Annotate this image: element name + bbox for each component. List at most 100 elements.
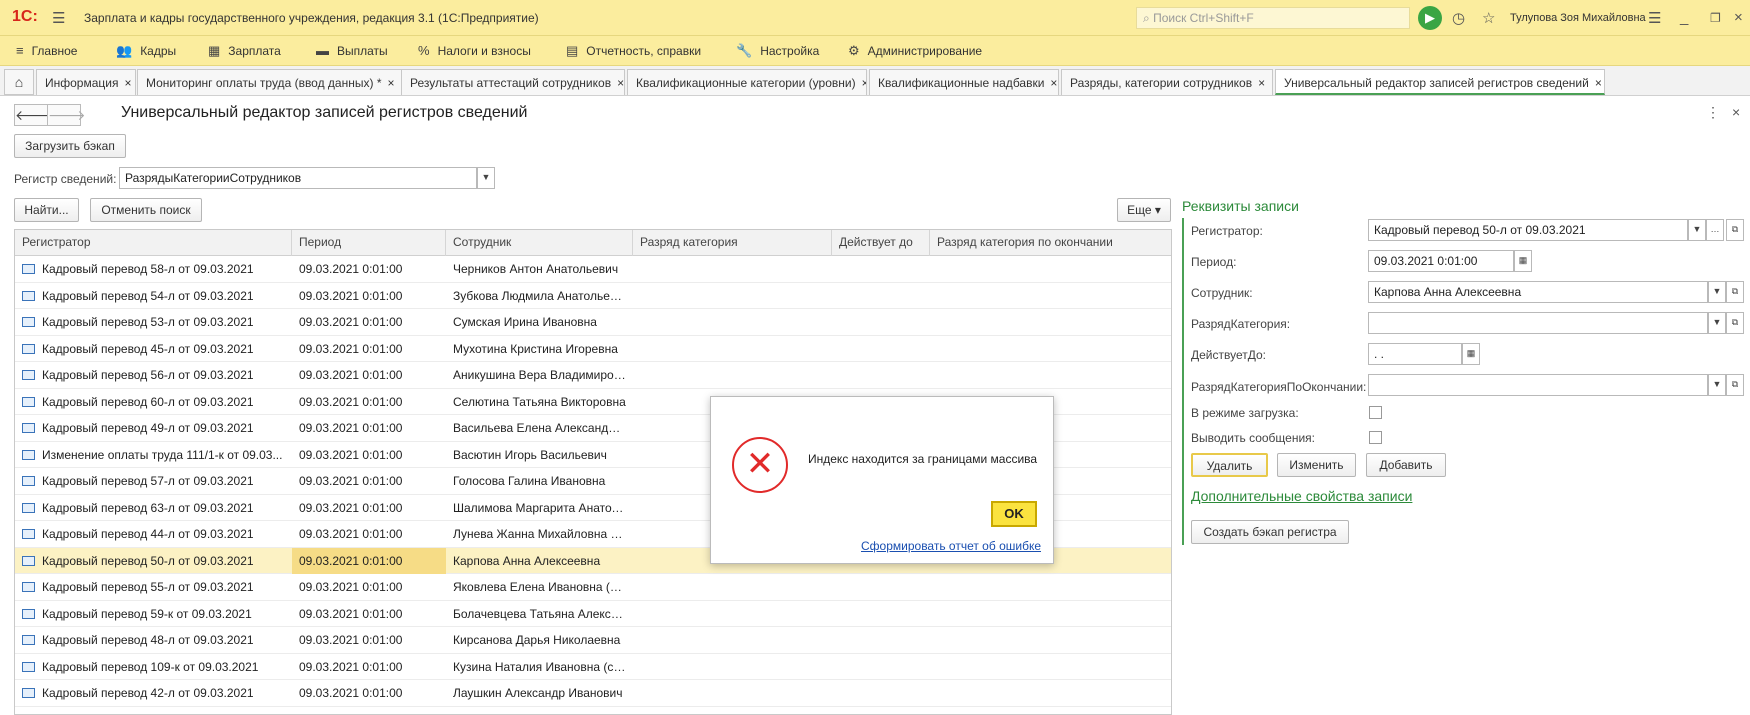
menu-settings[interactable]: 🔧 Настройка (736, 43, 819, 59)
select-ellipsis-icon[interactable]: … (1706, 219, 1724, 241)
cancel-search-button[interactable]: Отменить поиск (90, 198, 202, 222)
table-cell (633, 654, 832, 680)
close-tab-icon[interactable]: × (1050, 76, 1057, 90)
menu-admin[interactable]: ⚙ Администрирование (848, 43, 982, 59)
document-icon (22, 290, 35, 301)
create-backup-button[interactable]: Создать бэкап регистра (1191, 520, 1349, 544)
close-window-icon[interactable]: × (1734, 9, 1743, 26)
column-header[interactable]: Разряд категория по окончании (930, 230, 1171, 256)
menu-reports[interactable]: ▤ Отчетность, справки (566, 43, 701, 59)
forward-arrow-icon[interactable]: 🡒 (47, 104, 86, 126)
percent-icon: % (418, 43, 430, 58)
notifications-icon[interactable]: ▶ (1418, 6, 1442, 30)
column-header[interactable]: Сотрудник (446, 230, 633, 256)
find-button[interactable]: Найти... (14, 198, 79, 222)
more-button[interactable]: Еще ▾ (1117, 198, 1171, 222)
open-icon[interactable]: ⧉ (1726, 312, 1744, 334)
close-tab-icon[interactable]: × (124, 76, 131, 90)
register-select[interactable]: РазрядыКатегорииСотрудников (119, 167, 477, 189)
registrator-field[interactable]: Кадровый перевод 50-л от 09.03.2021 (1368, 219, 1688, 241)
registrator-label: Регистратор: (1191, 224, 1263, 238)
main-menu-icon[interactable]: ☰ (52, 9, 65, 27)
record-panel-title: Реквизиты записи (1182, 198, 1299, 214)
table-row[interactable]: Кадровый перевод 56-л от 09.03.2021 09.03… (15, 362, 1171, 389)
column-header[interactable]: Регистратор (15, 230, 292, 256)
user-name[interactable]: Тулупова Зоя Михайловна (1510, 12, 1646, 24)
menu-salary[interactable]: ▦ Зарплата (208, 43, 281, 59)
document-icon (22, 343, 35, 354)
close-tab-icon[interactable]: × (1595, 76, 1602, 90)
table-row[interactable]: Кадровый перевод 109-к от 09.03.2021 09.0… (15, 654, 1171, 680)
change-button[interactable]: Изменить (1277, 453, 1356, 477)
column-header[interactable]: Действует до (832, 230, 930, 256)
table-cell (832, 256, 930, 282)
history-icon[interactable]: ◷ (1452, 9, 1465, 27)
close-tab-icon[interactable]: × (617, 76, 624, 90)
table-row[interactable]: Кадровый перевод 48-л от 09.03.2021 09.03… (15, 627, 1171, 654)
load-backup-button[interactable]: Загрузить бэкап (14, 134, 126, 158)
menu-payments[interactable]: ▬ Выплаты (316, 43, 388, 58)
table-cell: Лаушкин Александр Иванович (446, 680, 633, 706)
tab-qual-categories[interactable]: Квалификационные категории (уровни) × (627, 69, 867, 95)
employee-field[interactable]: Карпова Анна Алексеевна (1368, 281, 1708, 303)
tab-label: Результаты аттестаций сотрудников (410, 76, 612, 90)
close-form-icon[interactable]: × (1732, 104, 1740, 120)
tab-info[interactable]: Информация × (36, 69, 136, 95)
more-actions-icon[interactable]: ⋮ (1706, 104, 1720, 121)
show-messages-checkbox[interactable] (1369, 431, 1382, 444)
delete-button[interactable]: Удалить (1191, 453, 1268, 477)
table-cell: Кадровый перевод 49-л от 09.03.2021 (15, 415, 292, 441)
tab-monitoring[interactable]: Мониторинг оплаты труда (ввод данных) * × (137, 69, 403, 95)
cell-text: Голосова Галина Ивановна (453, 474, 606, 488)
valid-until-field[interactable]: . . (1368, 343, 1462, 365)
calendar-icon[interactable]: ▦ (1514, 250, 1532, 272)
restore-icon[interactable]: ❐ (1710, 11, 1721, 25)
chevron-down-icon[interactable]: ▼ (477, 167, 495, 189)
menu-main[interactable]: ≡ Главное (16, 43, 77, 58)
table-cell (832, 309, 930, 335)
back-arrow-icon[interactable]: 🡐 (14, 104, 53, 126)
menu-staff[interactable]: 👥 Кадры (116, 43, 176, 59)
category-field[interactable] (1368, 312, 1708, 334)
calendar-icon[interactable]: ▦ (1462, 343, 1480, 365)
tab-universal-editor[interactable]: Универсальный редактор записей регистров… (1275, 69, 1605, 95)
open-icon[interactable]: ⧉ (1726, 281, 1744, 303)
chevron-down-icon[interactable]: ▼ (1708, 374, 1726, 396)
extra-properties-link[interactable]: Дополнительные свойства записи (1191, 488, 1412, 504)
table-row[interactable]: Кадровый перевод 53-л от 09.03.2021 09.03… (15, 309, 1171, 336)
settings-menu-icon[interactable]: ☰ (1648, 9, 1661, 27)
home-icon[interactable]: ⌂ (4, 69, 34, 95)
open-icon[interactable]: ⧉ (1726, 219, 1744, 241)
search-input[interactable]: ⌕ Поиск Ctrl+Shift+F (1136, 7, 1410, 29)
load-mode-checkbox[interactable] (1369, 406, 1382, 419)
chevron-down-icon[interactable]: ▼ (1708, 312, 1726, 334)
table-row[interactable]: Кадровый перевод 45-л от 09.03.2021 09.03… (15, 336, 1171, 362)
chevron-down-icon[interactable]: ▼ (1708, 281, 1726, 303)
favorites-star-icon[interactable]: ☆ (1482, 9, 1495, 27)
close-tab-icon[interactable]: × (862, 76, 866, 90)
table-row[interactable]: Кадровый перевод 55-л от 09.03.2021 09.03… (15, 574, 1171, 601)
close-tab-icon[interactable]: × (387, 76, 394, 90)
register-label: Регистр сведений: (14, 172, 117, 186)
ok-button[interactable]: OK (991, 501, 1037, 527)
error-report-link[interactable]: Сформировать отчет об ошибке (861, 539, 1041, 553)
category-end-field[interactable] (1368, 374, 1708, 396)
chevron-down-icon[interactable]: ▼ (1688, 219, 1706, 241)
column-header[interactable]: Разряд категория (633, 230, 832, 256)
tab-grades[interactable]: Разряды, категории сотрудников × (1061, 69, 1273, 95)
table-row[interactable]: Кадровый перевод 58-л от 09.03.2021 09.03… (15, 256, 1171, 283)
cell-text: Мухотина Кристина Игоревна (453, 341, 618, 356)
close-tab-icon[interactable]: × (1258, 76, 1265, 90)
minimize-icon[interactable]: _ (1680, 9, 1688, 26)
add-button[interactable]: Добавить (1366, 453, 1446, 477)
table-row[interactable]: Кадровый перевод 42-л от 09.03.2021 09.03… (15, 680, 1171, 707)
open-icon[interactable]: ⧉ (1726, 374, 1744, 396)
table-row[interactable]: Кадровый перевод 59-к от 09.03.2021 09.03… (15, 601, 1171, 627)
menu-taxes[interactable]: % Налоги и взносы (418, 43, 531, 58)
column-header[interactable]: Период (292, 230, 446, 256)
tab-attestation[interactable]: Результаты аттестаций сотрудников × (401, 69, 625, 95)
table-cell (930, 309, 1171, 335)
period-field[interactable]: 09.03.2021 0:01:00 (1368, 250, 1514, 272)
tab-qual-allowances[interactable]: Квалификационные надбавки × (869, 69, 1059, 95)
table-row[interactable]: Кадровый перевод 54-л от 09.03.2021 09.03… (15, 283, 1171, 309)
